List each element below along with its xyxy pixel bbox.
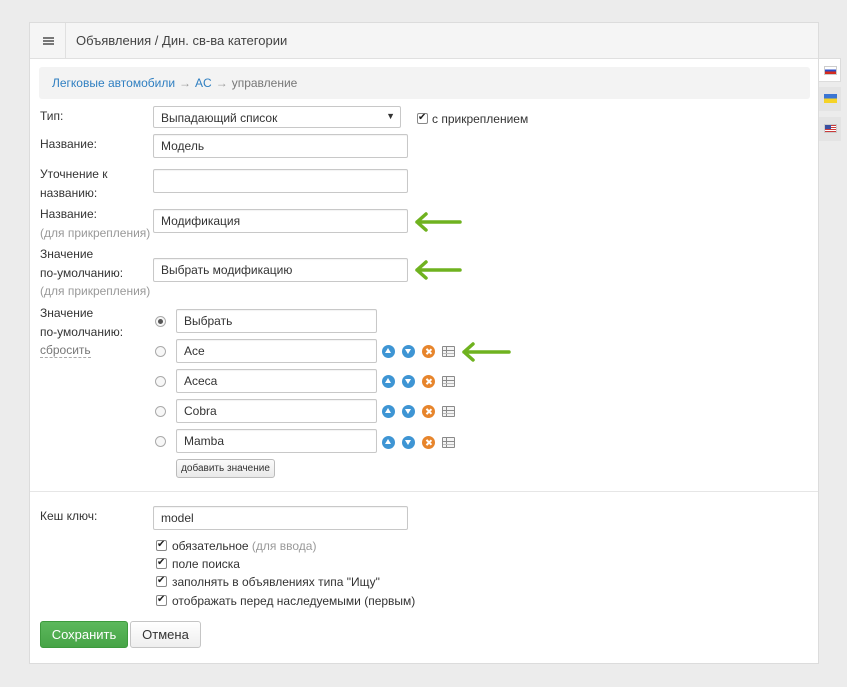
default-attach-label-line1: Значение <box>40 247 94 261</box>
move-down-icon[interactable] <box>402 375 415 388</box>
clarification-label-line1: Уточнение к <box>40 167 108 181</box>
cache-key-input[interactable] <box>153 506 408 530</box>
value-radio[interactable] <box>155 346 166 357</box>
required-checkbox-sub: (для ввода) <box>251 539 317 553</box>
breadcrumb-separator: → <box>215 76 228 90</box>
move-down-icon[interactable] <box>402 345 415 358</box>
breadcrumb: Легковые автомобили → AC → управление <box>39 67 810 99</box>
default-attach-input[interactable] <box>153 258 408 282</box>
annotation-arrow-icon <box>462 342 511 362</box>
required-checkbox-text: обязательное <box>172 539 249 553</box>
clarification-input[interactable] <box>153 169 408 193</box>
search-field-checkbox[interactable] <box>156 556 167 570</box>
value-input[interactable] <box>176 339 377 363</box>
flag-ua-icon <box>824 94 837 103</box>
reset-link[interactable]: сбросить <box>40 343 91 358</box>
value-radio-default[interactable] <box>155 316 166 327</box>
flag-us-icon <box>824 124 837 133</box>
name-input[interactable] <box>153 134 408 158</box>
move-up-icon[interactable] <box>382 405 395 418</box>
menu-icon[interactable] <box>30 23 66 59</box>
attach-checkbox[interactable] <box>417 111 428 125</box>
lang-tab-en[interactable] <box>819 117 841 141</box>
name-attach-label-text: Название: <box>40 207 97 221</box>
lang-tab-ru[interactable] <box>819 58 841 82</box>
name-attach-input[interactable] <box>153 209 408 233</box>
attach-checkbox-label: с прикреплением <box>432 112 529 126</box>
table-icon[interactable] <box>442 346 455 357</box>
values-label-line2: по-умолчанию: <box>40 324 124 339</box>
flag-ru-icon <box>824 66 837 75</box>
required-checkbox[interactable] <box>156 538 167 552</box>
type-label: Тип: <box>40 109 64 123</box>
clarification-label-line2: названию: <box>40 185 98 200</box>
breadcrumb-separator: → <box>179 76 192 90</box>
move-up-icon[interactable] <box>382 436 395 449</box>
required-checkbox-label: обязательное (для ввода) <box>172 539 316 553</box>
name-attach-label: Название: (для прикрепления) <box>40 205 150 242</box>
fill-seek-checkbox[interactable] <box>156 574 167 588</box>
delete-icon[interactable] <box>422 405 435 418</box>
fill-seek-checkbox-label: заполнять в объявлениях типа "Ищу" <box>172 575 380 589</box>
save-button[interactable]: Сохранить <box>40 621 128 648</box>
delete-icon[interactable] <box>422 375 435 388</box>
name-attach-sublabel: (для прикрепления) <box>40 225 151 240</box>
cache-key-label: Кеш ключ: <box>40 509 98 523</box>
value-input[interactable] <box>176 429 377 453</box>
panel-header: Объявления / Дин. св-ва категории <box>30 23 818 59</box>
clarification-label: Уточнение к названию: <box>40 165 108 202</box>
default-attach-label-line2: по-умолчанию: <box>40 265 124 280</box>
move-down-icon[interactable] <box>402 405 415 418</box>
move-up-icon[interactable] <box>382 345 395 358</box>
value-radio[interactable] <box>155 436 166 447</box>
value-input-default[interactable] <box>176 309 377 333</box>
cancel-button[interactable]: Отмена <box>130 621 201 648</box>
show-before-inherited-checkbox[interactable] <box>156 593 167 607</box>
default-attach-sublabel: (для прикрепления) <box>40 284 151 298</box>
divider <box>30 491 818 492</box>
values-label-line1: Значение <box>40 306 94 320</box>
annotation-arrow-icon <box>415 212 462 232</box>
default-attach-label: Значение по-умолчанию: (для прикрепления… <box>40 245 150 301</box>
move-up-icon[interactable] <box>382 375 395 388</box>
value-radio[interactable] <box>155 376 166 387</box>
values-label: Значение по-умолчанию: сбросить <box>40 304 123 360</box>
name-label: Название: <box>40 137 97 151</box>
table-icon[interactable] <box>442 437 455 448</box>
type-select[interactable]: Выпадающий список ▼ <box>153 106 401 128</box>
value-input[interactable] <box>176 399 377 423</box>
table-icon[interactable] <box>442 376 455 387</box>
lang-tab-ua[interactable] <box>819 87 841 111</box>
table-icon[interactable] <box>442 406 455 417</box>
breadcrumb-link-category[interactable]: Легковые автомобили <box>52 76 175 90</box>
value-input[interactable] <box>176 369 377 393</box>
delete-icon[interactable] <box>422 345 435 358</box>
add-value-button[interactable]: добавить значение <box>176 459 275 478</box>
value-radio[interactable] <box>155 406 166 417</box>
breadcrumb-link-brand[interactable]: AC <box>195 76 212 90</box>
type-select-value: Выпадающий список <box>161 111 278 125</box>
move-down-icon[interactable] <box>402 436 415 449</box>
show-before-inherited-checkbox-label: отображать перед наследуемыми (первым) <box>172 594 416 608</box>
dropdown-arrow-icon: ▼ <box>386 111 395 121</box>
breadcrumb-current: управление <box>231 76 298 90</box>
annotation-arrow-icon <box>415 260 462 280</box>
page-title: Объявления / Дин. св-ва категории <box>76 33 288 48</box>
search-field-checkbox-label: поле поиска <box>172 557 240 571</box>
delete-icon[interactable] <box>422 436 435 449</box>
